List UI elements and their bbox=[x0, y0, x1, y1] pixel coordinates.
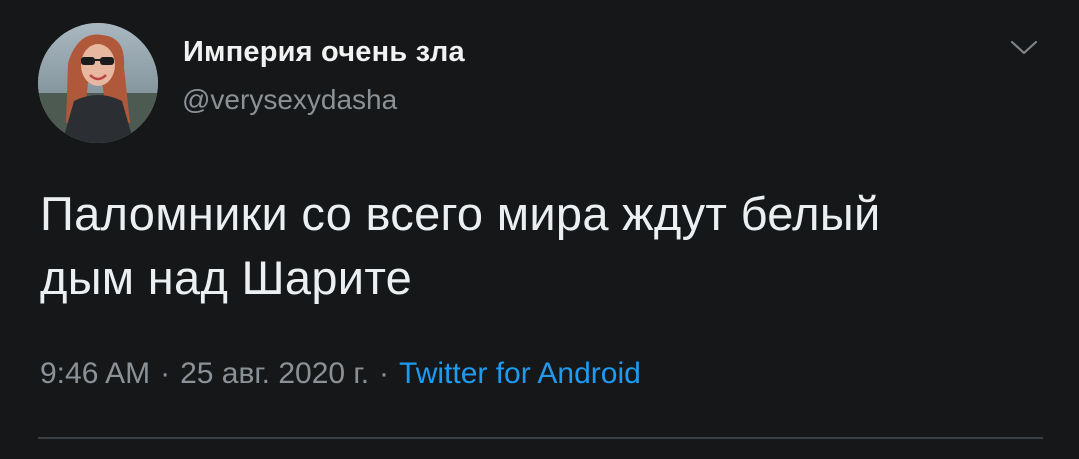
tweet-source-link[interactable]: Twitter for Android bbox=[399, 357, 641, 390]
avatar[interactable] bbox=[38, 23, 158, 143]
author-display-name[interactable]: Империя очень зла bbox=[183, 36, 465, 69]
tweet-text-line: дым над Шарите bbox=[40, 251, 413, 304]
meta-separator: · bbox=[379, 357, 390, 390]
tweet-meta: 9:46 AM · 25 авг. 2020 г. · Twitter for Andr… bbox=[40, 357, 641, 391]
divider bbox=[38, 437, 1043, 439]
more-options-button[interactable] bbox=[1006, 34, 1042, 60]
meta-separator: · bbox=[160, 357, 171, 390]
tweet-text: Паломники со всего мира ждут белый дым н… bbox=[40, 182, 1050, 310]
tweet-card: Империя очень зла @verysexydasha Паломни… bbox=[0, 0, 1079, 459]
author-handle[interactable]: @verysexydasha bbox=[182, 84, 397, 116]
tweet-text-line: Паломники со всего мира ждут белый bbox=[40, 187, 881, 240]
chevron-down-icon bbox=[1010, 40, 1038, 55]
avatar-image bbox=[38, 23, 158, 143]
tweet-time[interactable]: 9:46 AM bbox=[40, 357, 150, 390]
tweet-date[interactable]: 25 авг. 2020 г. bbox=[180, 357, 369, 390]
